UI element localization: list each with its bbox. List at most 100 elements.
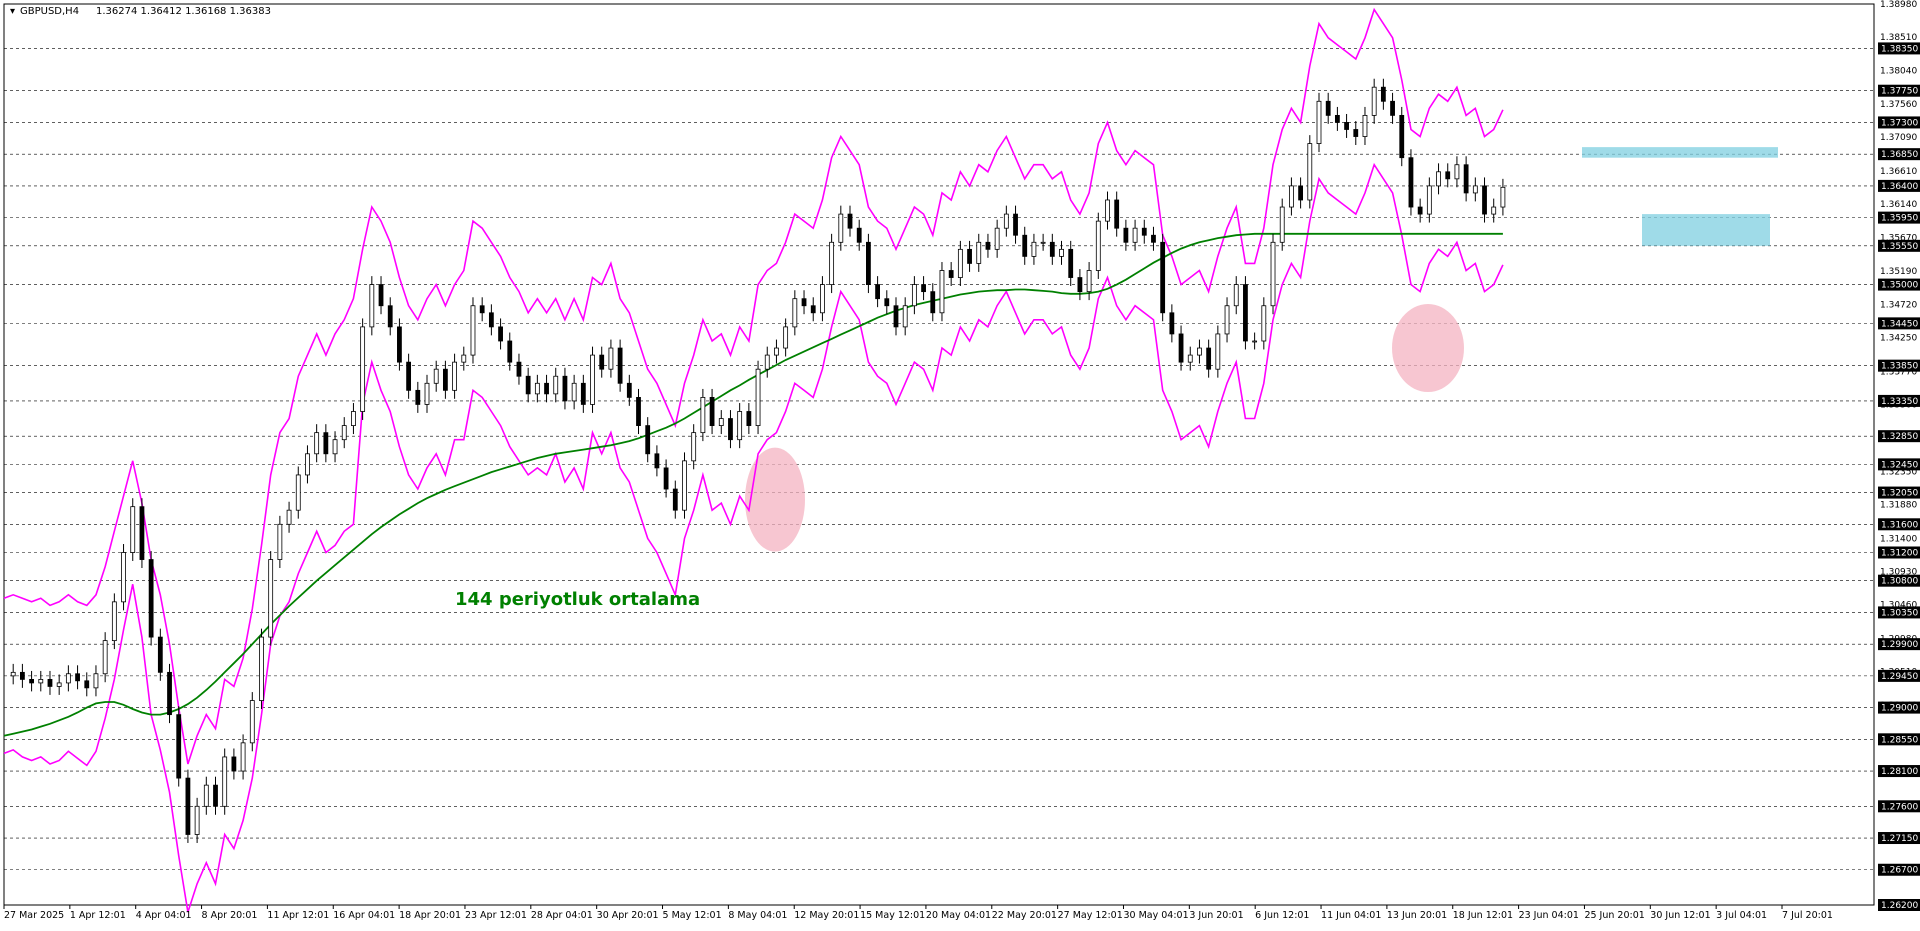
y-tick-label-boxed: 1.32450 bbox=[1881, 460, 1918, 470]
y-tick-label-boxed: 1.35950 bbox=[1881, 214, 1918, 224]
candle-body bbox=[838, 213, 844, 243]
candle-body bbox=[1344, 122, 1349, 130]
candle-body bbox=[718, 418, 724, 426]
candle-body bbox=[1399, 114, 1405, 159]
candle-body bbox=[1472, 185, 1478, 194]
x-tick-label: 11 Jun 04:01 bbox=[1321, 910, 1381, 921]
candle-body bbox=[580, 382, 586, 405]
x-tick-label: 12 May 20:01 bbox=[794, 910, 859, 921]
x-tick-label: 4 Apr 04:01 bbox=[136, 910, 192, 921]
highlight-circle bbox=[745, 447, 805, 552]
candle-body bbox=[1417, 206, 1423, 215]
candle-body bbox=[1325, 100, 1331, 116]
candle-body bbox=[911, 284, 917, 307]
candle-body bbox=[102, 640, 108, 675]
ma-annotation: 144 periyotluk ortalama bbox=[455, 589, 700, 610]
candle-body bbox=[1362, 114, 1368, 137]
y-tick-label-boxed: 1.26200 bbox=[1881, 901, 1918, 911]
price-chart[interactable]: 1.38980 1.38510 1.38040 1.37560 1.37090 1.366… bbox=[0, 0, 1920, 927]
candle-body bbox=[544, 382, 549, 395]
candle-body bbox=[323, 432, 329, 455]
x-tick-label: 7 Jul 20:01 bbox=[1782, 910, 1833, 921]
support-zone bbox=[1582, 147, 1778, 158]
candle-body bbox=[433, 368, 439, 384]
y-axis: 1.38980 1.38510 1.38040 1.37560 1.37090 1.366… bbox=[1878, 0, 1920, 911]
candle-body bbox=[249, 700, 255, 744]
y-tick-label-boxed: 1.33350 bbox=[1881, 397, 1918, 407]
candle-body bbox=[792, 298, 798, 328]
candle-body bbox=[1178, 333, 1184, 363]
candle bbox=[249, 692, 255, 752]
y-tick-label: 1.36610 bbox=[1880, 167, 1917, 177]
candle-body bbox=[654, 453, 660, 469]
candle-body bbox=[755, 368, 761, 426]
candle-body bbox=[277, 523, 283, 560]
candle bbox=[111, 593, 117, 650]
candle-body bbox=[203, 784, 209, 807]
candle-body bbox=[461, 354, 467, 363]
candle-body bbox=[801, 298, 807, 307]
candle-body bbox=[1095, 220, 1101, 271]
x-tick-label: 28 Apr 04:01 bbox=[531, 910, 593, 921]
candle bbox=[167, 663, 172, 724]
candle-body bbox=[1371, 86, 1377, 116]
candle-body bbox=[1289, 185, 1294, 208]
y-tick-label-boxed: 1.28550 bbox=[1881, 735, 1918, 745]
y-tick-label-boxed: 1.35550 bbox=[1881, 242, 1918, 252]
x-tick-label: 25 Jun 20:01 bbox=[1584, 910, 1644, 921]
candle bbox=[1399, 106, 1405, 167]
candle-body bbox=[479, 305, 485, 314]
candle-body bbox=[121, 552, 126, 603]
x-tick-label: 27 May 12:01 bbox=[1058, 910, 1123, 921]
y-tick-label-boxed: 1.31600 bbox=[1881, 520, 1918, 530]
candle-body bbox=[1233, 284, 1239, 307]
candle-body bbox=[1049, 241, 1055, 257]
candle-body bbox=[1491, 206, 1497, 215]
y-tick-label: 1.31400 bbox=[1880, 534, 1917, 544]
candle bbox=[939, 262, 945, 322]
candle-body bbox=[1141, 227, 1147, 236]
candle-body bbox=[1105, 199, 1110, 222]
candle-body bbox=[930, 291, 936, 314]
x-axis: 27 Mar 2025 1 Apr 12:01 4 Apr 04:01 8 Apr 2… bbox=[3, 905, 1833, 921]
candle-body bbox=[56, 682, 62, 687]
candle-body bbox=[148, 559, 154, 638]
candle-body bbox=[663, 467, 669, 490]
candle-body bbox=[65, 673, 71, 684]
candle bbox=[369, 276, 375, 336]
candle-body bbox=[1197, 347, 1202, 356]
candle-body bbox=[1123, 227, 1129, 243]
candle-body bbox=[1408, 157, 1414, 208]
candle-body bbox=[424, 382, 430, 405]
candle-body bbox=[1022, 234, 1028, 257]
y-tick-label: 1.37560 bbox=[1880, 100, 1917, 110]
candle-body bbox=[562, 375, 568, 402]
candle-body bbox=[1270, 241, 1276, 307]
y-tick-label: 1.35190 bbox=[1880, 267, 1917, 277]
y-tick-label: 1.34720 bbox=[1880, 300, 1917, 310]
candle-body bbox=[1224, 305, 1230, 335]
y-tick-label-boxed: 1.31200 bbox=[1881, 548, 1918, 558]
candle bbox=[222, 748, 228, 815]
candle-body bbox=[213, 784, 218, 807]
candle-body bbox=[1003, 213, 1009, 229]
candle-body bbox=[700, 396, 706, 434]
candle-body bbox=[231, 756, 237, 772]
candle bbox=[470, 297, 476, 364]
candle-body bbox=[783, 326, 789, 349]
candle-body bbox=[976, 241, 982, 264]
y-tick-label-boxed: 1.30350 bbox=[1881, 608, 1918, 618]
candle-body bbox=[1059, 248, 1064, 257]
support-zone bbox=[1642, 214, 1770, 246]
header-arrow-icon[interactable]: ▾ bbox=[10, 6, 15, 17]
x-tick-label: 3 Jun 20:01 bbox=[1189, 910, 1243, 921]
candle-body bbox=[185, 777, 191, 835]
x-tick-label: 5 May 12:01 bbox=[663, 910, 722, 921]
candle-body bbox=[1114, 199, 1120, 229]
x-tick-label: 18 Apr 20:01 bbox=[399, 910, 461, 921]
candle bbox=[176, 706, 182, 787]
y-tick-label-boxed: 1.32850 bbox=[1881, 432, 1918, 442]
chart-area[interactable]: 1.38980 1.38510 1.38040 1.37560 1.37090 1.366… bbox=[0, 0, 1920, 927]
candle-body bbox=[525, 375, 531, 395]
candle-body bbox=[728, 418, 733, 441]
